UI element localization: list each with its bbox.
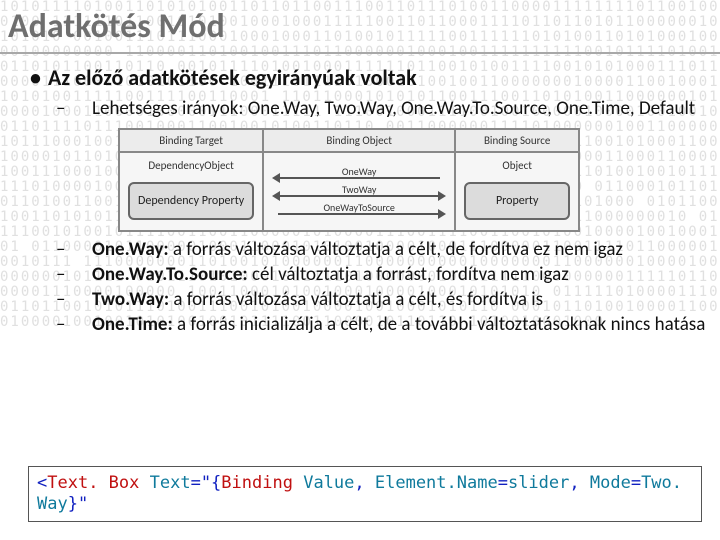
bullet-onewaytosource: –One.Way.To.Source: cél változtatja a fo… bbox=[74, 263, 710, 286]
diagram-left-type: DependencyObject bbox=[120, 153, 262, 172]
title-rule bbox=[0, 52, 720, 54]
bullet-main-text: Az előző adatkötések egyirányúak voltak bbox=[48, 64, 417, 91]
diagram-head-target: Binding Target bbox=[119, 129, 263, 152]
slide-title: Adatkötés Mód bbox=[8, 6, 225, 47]
code-sample: <Text. Box Text="{Binding Value, Element… bbox=[28, 466, 702, 523]
arrow-oneway: OneWay bbox=[270, 167, 448, 181]
bullet-modes: –Lehetséges irányok: One.Way, Two.Way, O… bbox=[74, 97, 710, 120]
bullet-modes-text: Lehetséges irányok: One.Way, Two.Way, On… bbox=[92, 97, 695, 120]
slide-body: •Az előző adatkötések egyirányúak voltak… bbox=[30, 58, 710, 338]
diagram-right-type: Object bbox=[456, 153, 578, 172]
diagram-left-box: Dependency Property bbox=[128, 182, 254, 220]
bullet-twoway: –Two.Way: a forrás változása változtatja… bbox=[74, 288, 710, 311]
diagram-head-source: Binding Source bbox=[455, 129, 579, 152]
bullet-main: •Az előző adatkötések egyirányúak voltak bbox=[30, 64, 710, 91]
bullet-onetime: –One.Time: a forrás inicializálja a célt… bbox=[74, 313, 710, 336]
bullet-oneway: –One.Way: a forrás változása változtatja… bbox=[74, 238, 710, 261]
arrow-twoway: TwoWay bbox=[270, 185, 448, 199]
arrow-onewaytosource: OneWayToSource bbox=[270, 203, 448, 217]
diagram-right-box: Property bbox=[464, 182, 570, 220]
diagram-head-object: Binding Object bbox=[263, 129, 455, 152]
binding-diagram: Binding Target Binding Object Binding So… bbox=[118, 128, 710, 232]
